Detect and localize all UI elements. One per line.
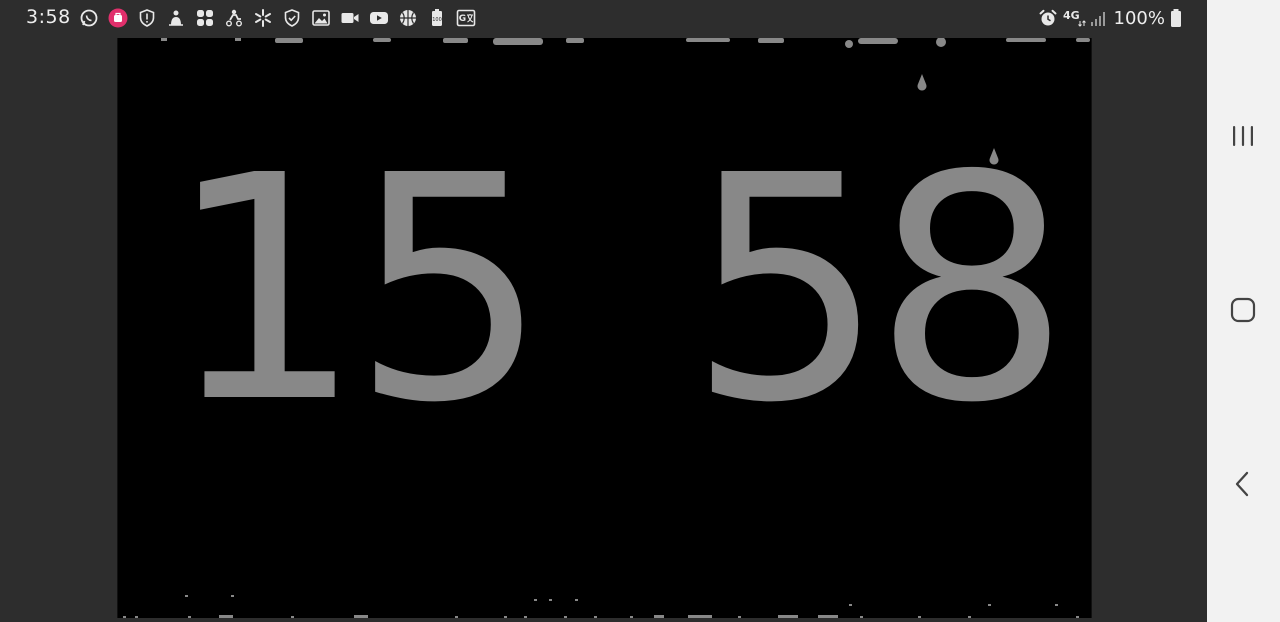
particle	[688, 615, 712, 618]
particle	[594, 616, 597, 618]
particle	[443, 38, 468, 43]
youtube-icon	[368, 8, 389, 29]
particle	[135, 616, 138, 618]
particle	[738, 616, 741, 618]
walmart-spark-icon	[252, 8, 273, 29]
particle	[549, 599, 552, 601]
particle	[858, 38, 898, 44]
svg-text:G: G	[458, 14, 465, 24]
particle	[1006, 38, 1046, 42]
system-status-icons: 4G 100%	[1038, 6, 1183, 30]
signal-icon	[1089, 8, 1110, 29]
particle	[235, 38, 241, 41]
top-particle-row	[161, 38, 1090, 48]
instagram-icon	[107, 8, 128, 29]
clock-minutes: 58	[688, 110, 1070, 471]
particle	[566, 38, 584, 43]
svg-text:4G: 4G	[1063, 9, 1080, 22]
particle	[188, 616, 191, 618]
particle	[778, 615, 798, 618]
particle	[968, 616, 971, 618]
home-button[interactable]	[1221, 288, 1265, 332]
basketball-icon	[397, 8, 418, 29]
particle	[231, 595, 234, 597]
particle	[455, 616, 458, 618]
particle	[575, 599, 578, 601]
particle	[161, 38, 167, 41]
delivery-icon	[223, 8, 244, 29]
device-screen: 3:58 100 G 4G 100% 15 58	[0, 0, 1280, 622]
notification-icons: 100 G	[78, 6, 484, 30]
bottom-particle-row	[123, 595, 1079, 618]
particle	[1055, 604, 1058, 606]
particle	[291, 616, 294, 618]
battery-icon	[1169, 8, 1183, 29]
translate-icon: G	[455, 8, 476, 29]
alarm-icon	[1038, 8, 1059, 29]
back-button[interactable]	[1221, 462, 1265, 506]
particle	[524, 616, 527, 618]
particle	[918, 616, 921, 618]
status-bar: 3:58 100 G 4G 100%	[0, 0, 1207, 36]
clock-hours: 15	[166, 110, 548, 471]
particle	[373, 38, 391, 42]
particle	[758, 38, 784, 43]
clock-canvas[interactable]: 15 58	[117, 38, 1092, 618]
particle	[849, 604, 852, 606]
particle	[988, 604, 991, 606]
particle	[818, 615, 838, 618]
particle	[654, 615, 664, 618]
particle	[1076, 616, 1079, 618]
video-camera-icon	[339, 8, 360, 29]
particle	[936, 38, 946, 47]
particle	[845, 40, 853, 48]
back-icon	[1235, 471, 1249, 497]
battery-100-icon: 100	[426, 8, 447, 29]
particle	[275, 38, 303, 43]
particle	[123, 616, 126, 618]
particle	[219, 615, 233, 618]
recents-icon	[1233, 126, 1253, 146]
gallery-icon	[310, 8, 331, 29]
particle	[185, 595, 188, 597]
raindrop	[917, 74, 927, 91]
particle	[504, 616, 507, 618]
navigation-bar	[1207, 0, 1280, 622]
shield-alert-icon	[136, 8, 157, 29]
particle	[630, 616, 633, 618]
particle	[1076, 38, 1090, 42]
particle	[493, 38, 543, 45]
whatsapp-icon	[78, 8, 99, 29]
grid-apps-icon	[194, 8, 215, 29]
battery-percentage: 100%	[1113, 7, 1165, 29]
particle	[860, 616, 863, 618]
particle	[354, 615, 368, 618]
network-4g-icon: 4G	[1063, 8, 1087, 29]
home-icon	[1230, 297, 1256, 323]
svg-text:100: 100	[432, 17, 442, 23]
shield-check-icon	[281, 8, 302, 29]
status-time: 3:58	[26, 6, 71, 28]
recents-button[interactable]	[1221, 114, 1265, 158]
app-icon	[165, 8, 186, 29]
particle	[564, 616, 567, 618]
particle	[686, 38, 730, 42]
particle	[534, 599, 537, 601]
